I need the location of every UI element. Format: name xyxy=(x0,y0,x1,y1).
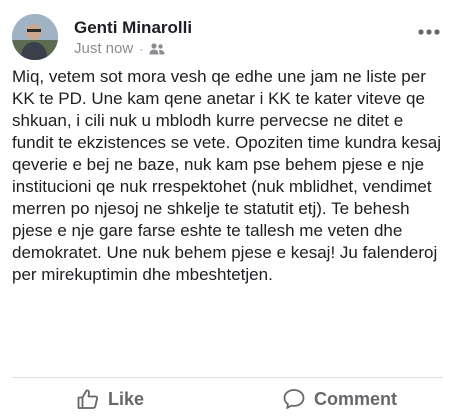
comment-label: Comment xyxy=(314,388,398,409)
post-actions: Like Comment xyxy=(0,378,455,420)
like-label: Like xyxy=(108,388,145,409)
like-button[interactable]: Like xyxy=(76,378,144,420)
timestamp[interactable]: Just now xyxy=(74,40,133,57)
author-name[interactable]: Genti Minarolli xyxy=(74,18,192,38)
thumbs-up-icon xyxy=(77,389,98,409)
post-meta: Just now · xyxy=(74,40,165,57)
avatar[interactable] xyxy=(12,14,58,60)
friends-icon[interactable] xyxy=(149,42,165,56)
more-options-icon[interactable] xyxy=(415,22,443,42)
facebook-post: Genti Minarolli Just now · Miq, vetem so… xyxy=(0,0,455,420)
avatar-photo xyxy=(12,14,58,60)
separator: · xyxy=(139,41,144,56)
comment-bubble-icon xyxy=(283,389,305,409)
comment-button[interactable]: Comment xyxy=(282,378,397,420)
post-header: Genti Minarolli Just now · xyxy=(12,14,443,62)
post-text: Miq, vetem sot mora vesh qe edhe une jam… xyxy=(12,67,442,284)
